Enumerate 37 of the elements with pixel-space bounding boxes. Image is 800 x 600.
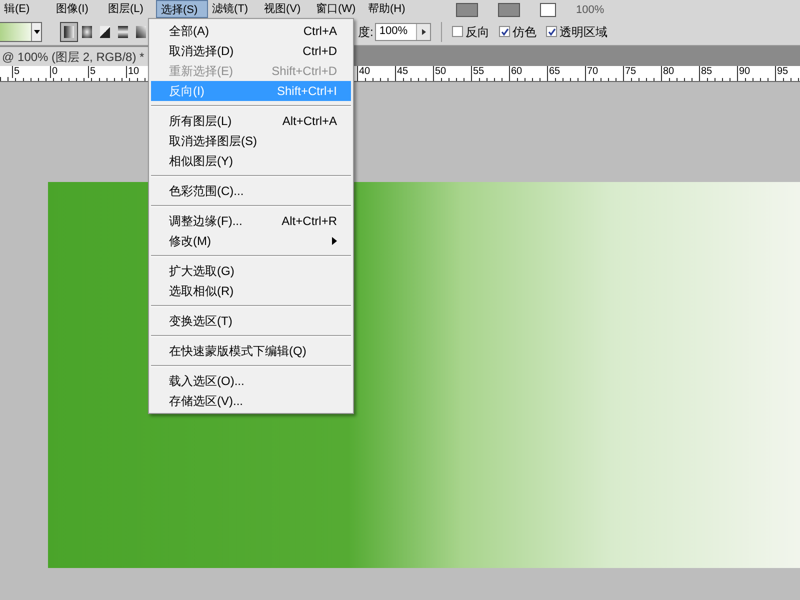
menu-item[interactable]: 取消选择图层(S)	[151, 131, 351, 151]
checkmark-icon	[548, 28, 556, 36]
menu-item[interactable]: 在快速蒙版模式下编辑(Q)	[151, 341, 351, 361]
gradient-type-button[interactable]	[60, 22, 78, 42]
menu-item[interactable]: 载入选区(O)...	[151, 371, 351, 391]
checkbox-label: 反向	[465, 24, 490, 40]
opacity-field[interactable]: 100%	[375, 22, 432, 40]
checkbox-label: 透明区域	[559, 24, 608, 40]
menu-item[interactable]: 扩大选取(G)	[151, 261, 351, 281]
opacity-label: 度:	[358, 24, 374, 40]
menu-item[interactable]: 窗口(W)	[312, 0, 364, 18]
checkbox-label: 仿色	[512, 24, 536, 40]
menu-item[interactable]: 图像(I)	[52, 0, 104, 18]
checkbox[interactable]	[452, 26, 464, 37]
menu-item[interactable]: 全部(A) Ctrl+A	[151, 21, 351, 41]
checkbox[interactable]	[546, 26, 558, 37]
menu-item[interactable]: 色彩范围(C)...	[151, 181, 351, 201]
gradient-picker[interactable]	[0, 22, 42, 42]
menu-item[interactable]: 存储选区(V)...	[151, 391, 351, 411]
checkmark-icon	[500, 28, 509, 36]
menu-item[interactable]: 帮助(H)	[364, 0, 416, 18]
menu-item[interactable]: 变换选区(T)	[151, 311, 351, 331]
menu-item[interactable]: 图层(L)	[104, 0, 156, 18]
increment-arrow-icon[interactable]	[422, 28, 426, 34]
menu-item[interactable]: 所有图层(L) Alt+Ctrl+A	[151, 111, 351, 131]
menu-item[interactable]: 滤镜(T)	[208, 0, 260, 18]
checkbox[interactable]	[499, 26, 510, 37]
dropdown-arrow-icon	[34, 30, 40, 34]
zoom-level[interactable]: 100%	[576, 2, 604, 18]
ruler-label: 95	[775, 66, 800, 78]
menu-item[interactable]: 相似图层(Y)	[151, 151, 351, 171]
menu-item[interactable]: 修改(M)	[151, 231, 351, 251]
menu-item[interactable]: 视图(V)	[260, 0, 312, 18]
menu-item[interactable]: 调整边缘(F)... Alt+Ctrl+R	[151, 211, 351, 231]
menu-item[interactable]: 选择(S)	[156, 0, 208, 18]
menu-item[interactable]: 辑(E)	[0, 0, 52, 18]
menu-item[interactable]: 选取相似(R)	[151, 281, 351, 301]
